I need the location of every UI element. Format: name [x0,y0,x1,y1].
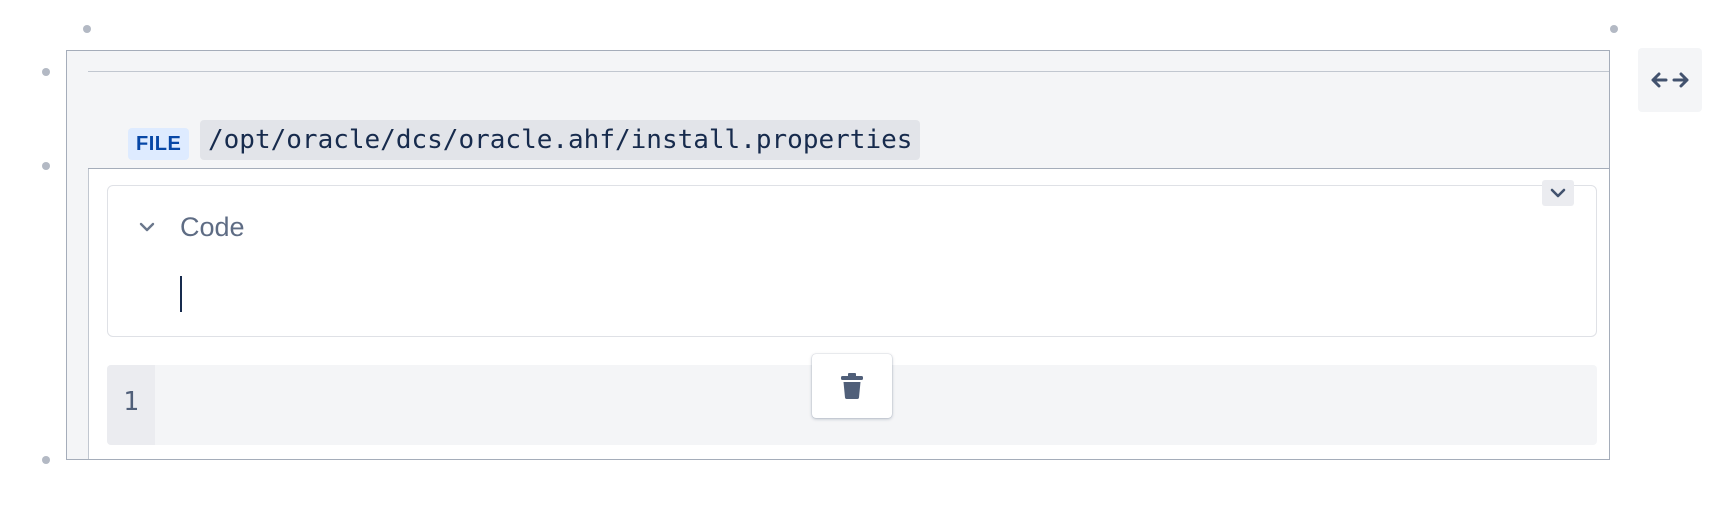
resize-handle[interactable] [1610,25,1618,33]
arrows-horizontal-icon [1651,72,1689,88]
trash-icon [841,373,863,399]
panel-toggle-button[interactable] [1542,180,1574,206]
column-controls-row[interactable] [88,51,1609,72]
line-number-gutter: 1 [107,365,155,445]
delete-button[interactable] [812,354,892,418]
layout-width-button[interactable] [1638,48,1702,112]
file-status-label: FILE [128,128,190,160]
resize-handle[interactable] [42,162,50,170]
code-expand-panel[interactable]: Code [107,180,1597,337]
expand-title[interactable]: Code [180,212,245,243]
expand-toggle-button[interactable] [136,216,158,243]
header-row[interactable]: FILE /opt/oracle/dcs/oracle.ahf/install.… [88,72,1609,169]
text-cursor [180,276,182,312]
chevron-down-icon [139,222,155,232]
chevron-down-icon [1550,188,1566,198]
file-path-code[interactable]: /opt/oracle/dcs/oracle.ahf/install.prope… [200,120,921,160]
resize-handle[interactable] [42,456,50,464]
resize-handle[interactable] [42,68,50,76]
row-numbers-column[interactable] [67,51,89,459]
resize-handle[interactable] [83,25,91,33]
line-number: 1 [123,387,139,417]
